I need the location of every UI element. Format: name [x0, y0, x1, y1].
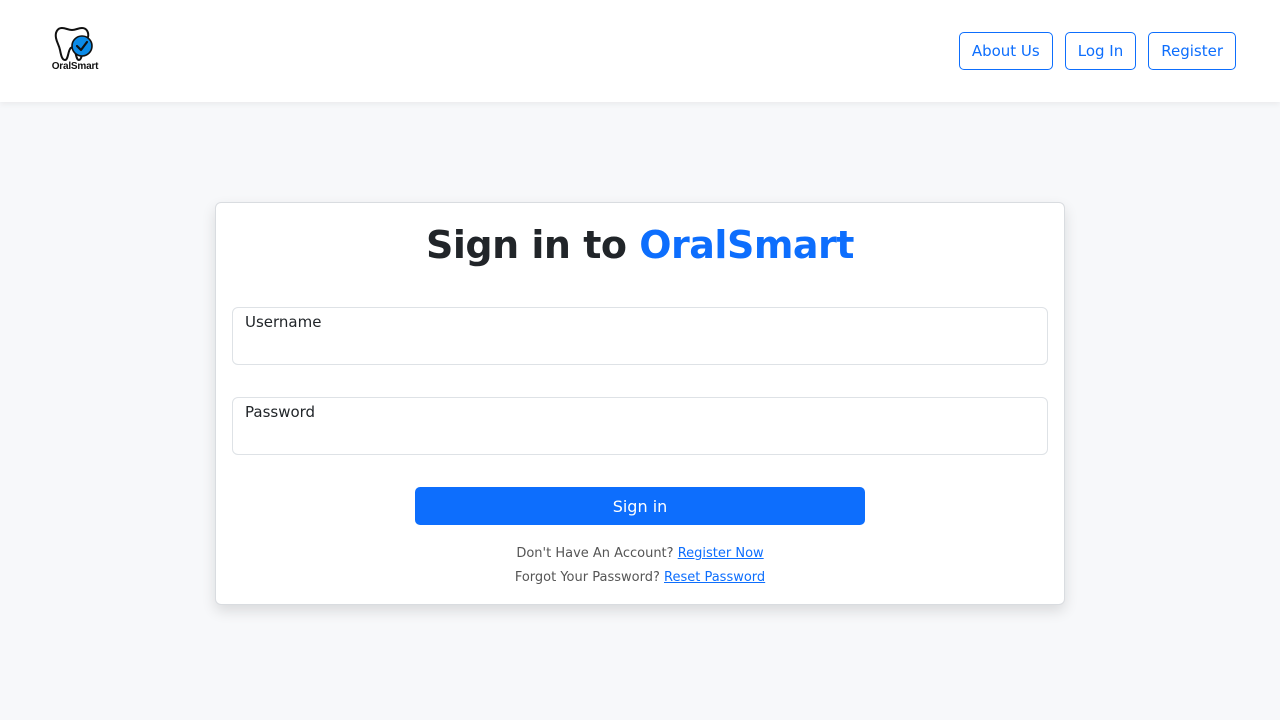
register-prompt-row: Don't Have An Account? Register Now: [216, 546, 1064, 561]
header-nav: About Us Log In Register: [958, 32, 1236, 70]
title-prefix: Sign in to: [426, 223, 627, 267]
register-prompt-text: Don't Have An Account?: [516, 546, 674, 561]
username-input[interactable]: [245, 336, 1035, 360]
oralsmart-logo[interactable]: OralSmart: [46, 24, 104, 76]
username-field[interactable]: Username: [232, 307, 1048, 365]
login-card: Sign in to OralSmart Username Password S…: [215, 202, 1065, 605]
page-title: Sign in to OralSmart: [216, 223, 1064, 267]
register-now-link[interactable]: Register Now: [678, 546, 764, 561]
username-label: Username: [245, 313, 322, 331]
forgot-password-row: Forgot Your Password? Reset Password: [216, 570, 1064, 585]
log-in-button[interactable]: Log In: [1064, 32, 1137, 70]
register-button[interactable]: Register: [1148, 32, 1236, 70]
sign-in-button[interactable]: Sign in: [415, 487, 865, 525]
tooth-check-icon: [54, 26, 93, 61]
password-input[interactable]: [245, 426, 1035, 450]
forgot-prompt-text: Forgot Your Password?: [514, 570, 660, 585]
reset-password-link[interactable]: Reset Password: [664, 570, 765, 585]
title-brand: OralSmart: [639, 223, 854, 267]
password-field[interactable]: Password: [232, 397, 1048, 455]
top-navbar: OralSmart About Us Log In Register: [0, 0, 1280, 102]
password-label: Password: [245, 403, 316, 421]
logo-text: OralSmart: [51, 61, 99, 72]
about-us-button[interactable]: About Us: [958, 32, 1053, 70]
